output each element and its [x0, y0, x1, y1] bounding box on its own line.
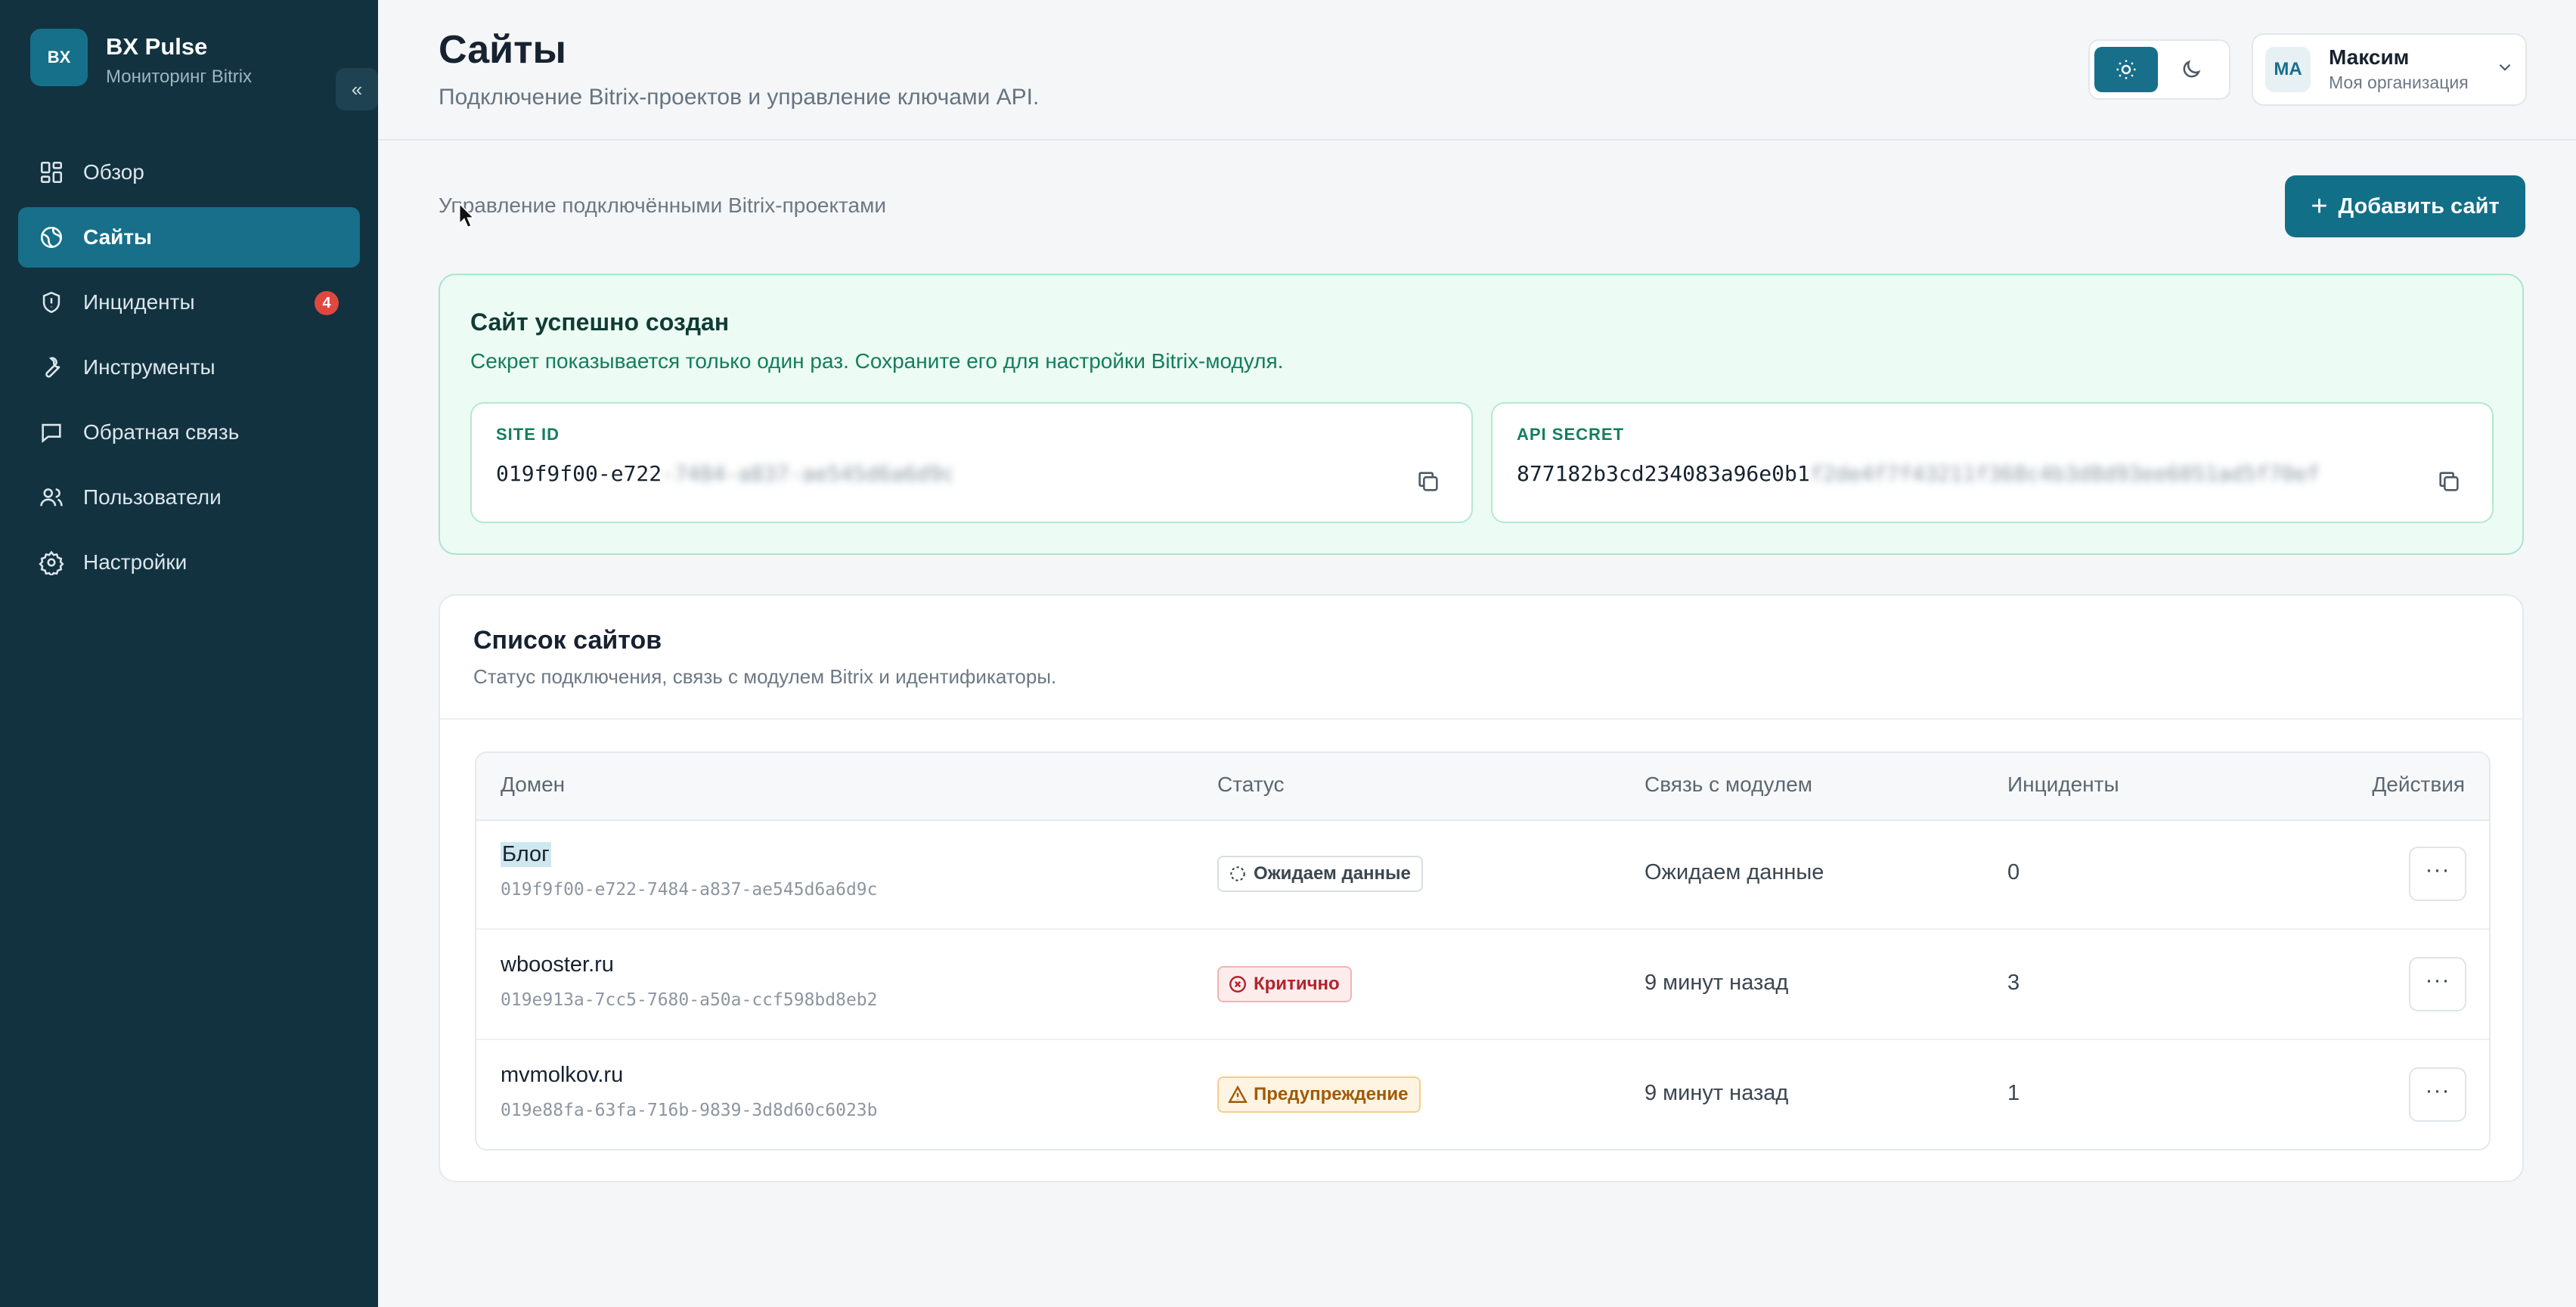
api-secret-value[interactable]: 877182b3cd234083a96e0b1f2de4f7f43211f368…	[1517, 461, 2320, 486]
brand-logo: BX	[30, 29, 88, 86]
divider	[440, 718, 2522, 720]
sidebar-item-sites[interactable]: Сайты	[18, 207, 360, 268]
dark-theme-button[interactable]	[2159, 47, 2223, 92]
page-subtitle: Подключение Bitrix-проектов и управление…	[439, 85, 1040, 110]
row-actions-button[interactable]: ···	[2409, 847, 2466, 901]
column-incidents: Инциденты	[2007, 773, 2119, 796]
sites-list-title: Список сайтов	[473, 626, 662, 655]
module-connection: 9 минут назад	[1644, 971, 1789, 995]
add-site-button[interactable]: + Добавить сайт	[2285, 175, 2525, 237]
sidebar-item-settings[interactable]: Настройки	[18, 532, 360, 593]
status-badge: Критично	[1217, 966, 1352, 1002]
more-icon: ···	[2425, 968, 2450, 993]
column-domain: Домен	[501, 773, 566, 796]
more-icon: ···	[2425, 857, 2450, 882]
api-secret-label: API SECRET	[1517, 425, 1625, 444]
sites-list-subtitle: Статус подключения, связь с модулем Bitr…	[473, 665, 1057, 688]
add-site-label: Добавить сайт	[2338, 194, 2500, 218]
warning-triangle-icon	[1228, 1085, 1248, 1103]
dashboard-icon	[38, 159, 65, 186]
table-row[interactable]: wbooster.ru 019e913a-7cc5-7680-a50a-ccf5…	[476, 930, 2489, 1040]
sidebar-item-users[interactable]: Пользователи	[18, 467, 360, 528]
moon-icon	[2183, 60, 2201, 78]
wrench-icon	[38, 354, 65, 381]
module-connection: Ожидаем данные	[1644, 860, 1824, 884]
api-secret-box: API SECRET 877182b3cd234083a96e0b1f2de4f…	[1491, 402, 2494, 523]
site-id-masked: -7484-a837-ae545d6a6d9c	[662, 461, 955, 486]
api-secret-masked: f2de4f7f43211f368c4b3d8d93ee6051ad5f70ef	[1809, 461, 2320, 486]
gear-icon	[38, 549, 65, 576]
light-theme-button[interactable]	[2094, 47, 2158, 92]
row-actions-button[interactable]: ···	[2409, 957, 2466, 1011]
user-name: Максим	[2329, 45, 2410, 69]
copy-icon[interactable]	[1415, 469, 1441, 494]
sidebar-item-label: Пользователи	[83, 485, 222, 509]
page-header: Сайты Подключение Bitrix-проектов и упра…	[378, 0, 2576, 141]
section-caption: Управление подключёнными Bitrix-проектам…	[439, 194, 887, 217]
sidebar: BX BX Pulse Мониторинг Bitrix « Обзор Са…	[0, 0, 378, 1307]
status-badge: Предупреждение	[1217, 1076, 1421, 1113]
site-id: 019f9f00-e722-7484-a837-ae545d6a6d9c	[501, 880, 878, 900]
module-connection: 9 минут назад	[1644, 1081, 1789, 1105]
page-title: Сайты	[439, 28, 566, 72]
user-organization: Моя организация	[2329, 73, 2469, 92]
sidebar-nav: Обзор Сайты Инциденты 4 Инструменты Обра…	[18, 142, 360, 597]
loader-icon	[1230, 866, 1245, 881]
column-actions: Действия	[2372, 773, 2465, 796]
brand-subtitle: Мониторинг Bitrix	[106, 67, 253, 87]
mouse-cursor-icon	[458, 203, 475, 228]
site-id: 019e88fa-63fa-716b-9839-3d8d60c6023b	[501, 1101, 878, 1120]
brand: BX BX Pulse Мониторинг Bitrix «	[30, 29, 378, 110]
sidebar-item-label: Обзор	[83, 160, 144, 184]
site-domain[interactable]: Блог	[501, 842, 551, 867]
sidebar-item-label: Инциденты	[83, 290, 195, 314]
site-created-alert: Сайт успешно создан Секрет показывается …	[439, 274, 2524, 555]
sidebar-item-feedback[interactable]: Обратная связь	[18, 402, 360, 463]
incident-count: 3	[2007, 971, 2020, 995]
site-id-label: SITE ID	[496, 425, 560, 444]
site-id-box: SITE ID 019f9f00-e722-7484-a837-ae545d6a…	[470, 402, 1473, 523]
shield-alert-icon	[38, 289, 65, 316]
column-status: Статус	[1217, 773, 1285, 796]
sidebar-item-tools[interactable]: Инструменты	[18, 337, 360, 398]
sidebar-item-label: Инструменты	[83, 355, 215, 379]
theme-toggle	[2088, 39, 2230, 100]
sun-icon	[2116, 60, 2136, 79]
incidents-count-badge: 4	[315, 291, 339, 315]
more-icon: ···	[2425, 1078, 2450, 1103]
incident-count: 0	[2007, 860, 2020, 884]
site-id: 019e913a-7cc5-7680-a50a-ccf598bd8eb2	[501, 990, 878, 1010]
status-badge: Ожидаем данные	[1217, 856, 1423, 892]
site-domain[interactable]: mvmolkov.ru	[501, 1063, 623, 1088]
column-module: Связь с модулем	[1644, 773, 1813, 796]
sites-list-card: Список сайтов Статус подключения, связь …	[439, 594, 2524, 1182]
globe-icon	[38, 224, 65, 251]
sidebar-item-label: Обратная связь	[83, 420, 240, 444]
row-actions-button[interactable]: ···	[2409, 1067, 2466, 1122]
users-icon	[38, 484, 65, 511]
sidebar-item-label: Сайты	[83, 225, 152, 249]
brand-name: BX Pulse	[106, 33, 208, 60]
user-menu[interactable]: МА Максим Моя организация	[2252, 33, 2527, 106]
sidebar-item-overview[interactable]: Обзор	[18, 142, 360, 203]
alert-text: Секрет показывается только один раз. Сох…	[470, 349, 1284, 373]
site-id-value[interactable]: 019f9f00-e722-7484-a837-ae545d6a6d9c	[496, 461, 955, 486]
collapse-sidebar-button[interactable]: «	[336, 68, 378, 110]
message-icon	[38, 419, 65, 446]
alert-title: Сайт успешно создан	[470, 308, 730, 336]
site-domain[interactable]: wbooster.ru	[501, 952, 614, 977]
sites-table: Домен Статус Связь с модулем Инциденты Д…	[475, 751, 2491, 1151]
table-row[interactable]: mvmolkov.ru 019e88fa-63fa-716b-9839-3d8d…	[476, 1040, 2489, 1149]
plus-icon: +	[2311, 190, 2328, 222]
table-row[interactable]: Блог 019f9f00-e722-7484-a837-ae545d6a6d9…	[476, 819, 2489, 930]
copy-icon[interactable]	[2436, 469, 2462, 494]
sidebar-item-incidents[interactable]: Инциденты 4	[18, 272, 360, 333]
chevron-down-icon	[2499, 63, 2511, 71]
avatar: МА	[2265, 47, 2311, 92]
table-header: Домен Статус Связь с модулем Инциденты Д…	[476, 753, 2489, 821]
sidebar-item-label: Настройки	[83, 550, 188, 574]
x-circle-icon	[1229, 976, 1246, 993]
incident-count: 1	[2007, 1081, 2020, 1105]
